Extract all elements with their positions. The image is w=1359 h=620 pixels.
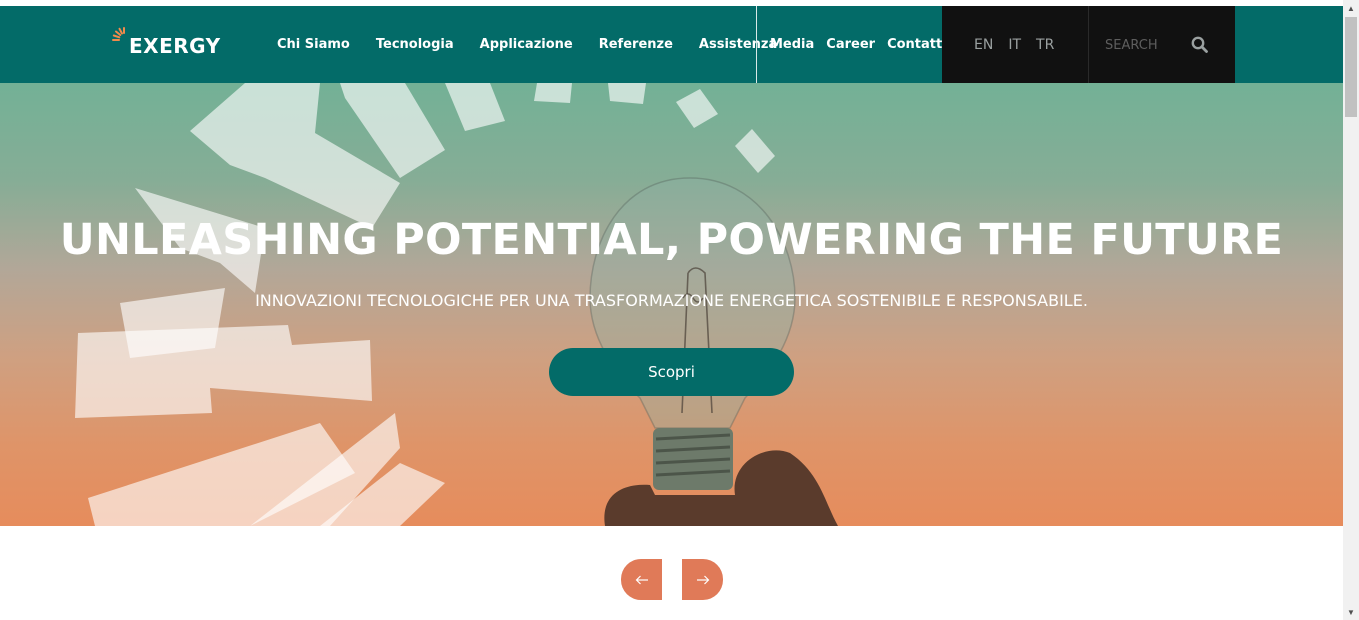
search-button[interactable] bbox=[1189, 34, 1211, 56]
page-scrollbar[interactable]: ▲ ▼ bbox=[1343, 0, 1359, 620]
nav-referenze[interactable]: Referenze bbox=[599, 37, 673, 52]
lang-tr[interactable]: TR bbox=[1036, 37, 1054, 53]
nav-chi-siamo[interactable]: Chi Siamo bbox=[277, 37, 350, 52]
lang-it[interactable]: IT bbox=[1008, 37, 1021, 53]
nav-career[interactable]: Career bbox=[826, 37, 875, 52]
logo-text: EXERGY bbox=[129, 34, 221, 58]
search-icon bbox=[1191, 36, 1208, 53]
nav-divider bbox=[756, 6, 757, 83]
hero-banner: UNLEASHING POTENTIAL, POWERING THE FUTUR… bbox=[0, 83, 1343, 526]
nav-media[interactable]: Media bbox=[770, 37, 814, 52]
nav-assistenza[interactable]: Assistenza bbox=[699, 37, 777, 52]
arrow-right-icon bbox=[696, 575, 709, 584]
scrollbar-thumb[interactable] bbox=[1345, 17, 1357, 117]
language-switcher: EN IT TR bbox=[942, 6, 1088, 83]
site-header: EXERGY Chi Siamo Tecnologia Applicazione… bbox=[0, 6, 1343, 83]
hero-subtitle: INNOVAZIONI TECNOLOGICHE PER UNA TRASFOR… bbox=[255, 291, 1088, 310]
search-box bbox=[1088, 6, 1235, 83]
arrow-left-icon bbox=[635, 575, 648, 584]
carousel-prev-button[interactable] bbox=[621, 559, 662, 600]
main-nav: Chi Siamo Tecnologia Applicazione Refere… bbox=[277, 6, 803, 83]
scroll-down-arrow-icon[interactable]: ▼ bbox=[1343, 604, 1359, 620]
nav-applicazione[interactable]: Applicazione bbox=[480, 37, 573, 52]
nav-contatti[interactable]: Contatti bbox=[887, 37, 947, 52]
nav-tecnologia[interactable]: Tecnologia bbox=[376, 37, 454, 52]
carousel-next-button[interactable] bbox=[682, 559, 723, 600]
secondary-nav: Media Career Contatti bbox=[770, 6, 959, 83]
search-input[interactable] bbox=[1105, 34, 1163, 56]
hero-title: UNLEASHING POTENTIAL, POWERING THE FUTUR… bbox=[59, 215, 1284, 265]
scroll-up-arrow-icon[interactable]: ▲ bbox=[1343, 0, 1359, 16]
scopri-button[interactable]: Scopri bbox=[549, 348, 794, 396]
lang-en[interactable]: EN bbox=[974, 37, 993, 53]
